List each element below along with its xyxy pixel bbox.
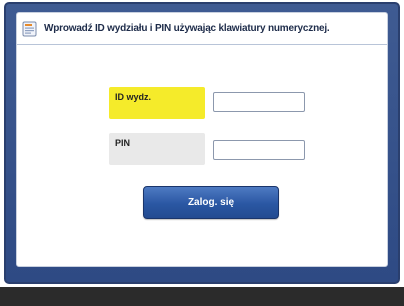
- info-icon: [22, 21, 38, 37]
- department-id-field[interactable]: [213, 92, 305, 112]
- login-dialog-frame: Wprowadź ID wydziału i PIN używając klaw…: [4, 2, 400, 284]
- pin-field[interactable]: [213, 140, 305, 160]
- dialog-title: Wprowadź ID wydziału i PIN używając klaw…: [44, 23, 330, 34]
- login-dialog: Wprowadź ID wydziału i PIN używając klaw…: [16, 12, 388, 267]
- login-button[interactable]: Zalog. się: [143, 186, 279, 219]
- pin-label[interactable]: PIN: [109, 133, 205, 165]
- screen: Wprowadź ID wydziału i PIN używając klaw…: [0, 0, 404, 306]
- department-id-label[interactable]: ID wydz.: [109, 87, 205, 119]
- dialog-header: Wprowadź ID wydziału i PIN używając klaw…: [17, 13, 387, 45]
- status-bar: [0, 287, 404, 306]
